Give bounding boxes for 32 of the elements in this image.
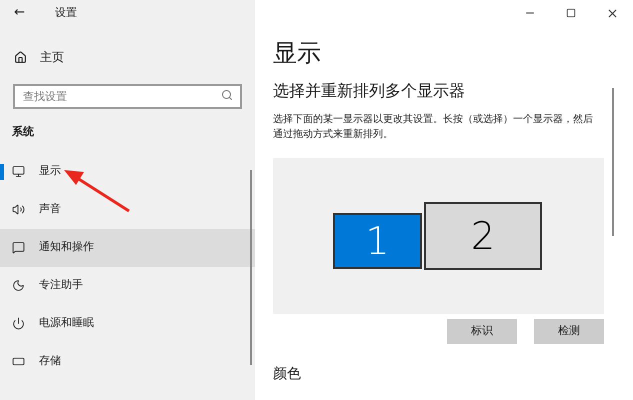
maximize-icon[interactable] xyxy=(566,8,576,18)
section-heading: 系统 xyxy=(12,124,35,140)
moon-icon xyxy=(12,279,25,292)
speaker-icon xyxy=(12,203,25,216)
sidebar-item[interactable]: 专注助手 xyxy=(0,266,255,304)
display-tile[interactable]: 1 xyxy=(333,213,422,269)
display-tile[interactable]: 2 xyxy=(424,202,542,270)
section-title: 颜色 xyxy=(273,366,302,382)
section-title: 选择并重新排列多个显示器 xyxy=(273,80,466,102)
annotation-arrow xyxy=(64,168,132,214)
sidebar-item[interactable]: 电源和睡眠 xyxy=(0,304,255,342)
storage-icon xyxy=(12,355,25,368)
message-icon xyxy=(12,241,25,254)
monitor-icon xyxy=(12,165,25,178)
scrollbar[interactable] xyxy=(612,88,614,236)
power-icon xyxy=(12,317,25,330)
sidebar-item[interactable]: 存储 xyxy=(0,342,255,380)
close-icon[interactable] xyxy=(606,6,619,20)
sidebar-item[interactable]: 显示 xyxy=(0,152,255,190)
page-title: 显示 xyxy=(273,38,322,68)
sidebar-item[interactable]: 声音 xyxy=(0,190,255,228)
window-title: 设置 xyxy=(54,4,77,21)
action-button[interactable]: 标识 xyxy=(447,319,517,344)
home-icon xyxy=(14,50,27,64)
home-item[interactable]: 主页 xyxy=(0,47,255,67)
description: 选择下面的某一显示器以更改其设置。长按（或选择）一个显示器，然后通过拖动方式来重新排列。 xyxy=(273,112,594,142)
back-button[interactable]: ← xyxy=(14,3,25,23)
scrollbar[interactable] xyxy=(250,170,252,365)
sidebar-item[interactable]: 通知和操作 xyxy=(0,228,255,266)
search-icon xyxy=(221,89,233,101)
action-button[interactable]: 检测 xyxy=(534,319,604,344)
search-field[interactable]: 查找设置 xyxy=(13,84,242,109)
